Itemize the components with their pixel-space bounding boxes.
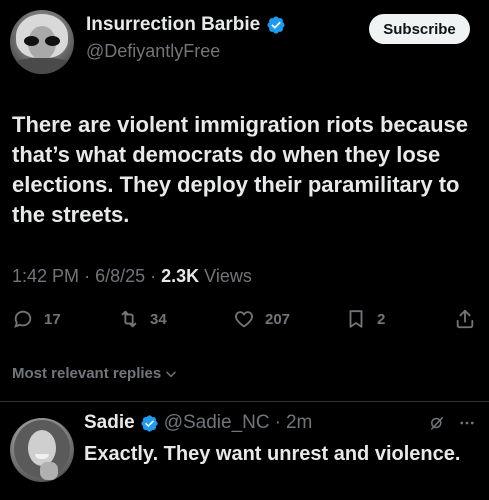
sort-label: Most relevant replies (12, 365, 162, 382)
bookmark-count: 2 (377, 310, 386, 328)
reply-tools (428, 414, 476, 432)
tweet-action-bar: 17 34 207 2 (0, 308, 489, 336)
like-button[interactable]: 207 (233, 308, 290, 330)
author-name-row[interactable]: Insurrection Barbie (86, 14, 286, 36)
reply-sort-dropdown[interactable]: Most relevant replies (12, 365, 178, 382)
reply-icon (14, 310, 32, 328)
views-label: Views (204, 266, 252, 286)
bookmark-button[interactable]: 2 (345, 308, 385, 330)
tweet-text: There are violent immigration riots beca… (12, 112, 469, 227)
reply-author-handle[interactable]: @Sadie_NC (164, 412, 270, 434)
grok-icon[interactable] (428, 414, 446, 432)
like-count: 207 (265, 310, 291, 328)
author-name[interactable]: Insurrection Barbie (86, 14, 260, 36)
reply-header: Sadie @Sadie_NC · 2m (84, 412, 313, 434)
views-count: 2.3K (161, 266, 200, 286)
author-handle[interactable]: @DefiyantlyFree (86, 41, 220, 62)
share-button[interactable] (454, 308, 476, 330)
tweet-meta: 1:42 PM · 6/8/25 · 2.3K Views (12, 266, 252, 286)
like-icon (235, 311, 253, 328)
reply-avatar[interactable] (10, 418, 74, 482)
repost-count: 34 (150, 310, 167, 328)
divider (0, 401, 489, 402)
reply-author-name[interactable]: Sadie (84, 412, 135, 434)
tweet-date[interactable]: 6/8/25 (95, 266, 145, 286)
repost-icon (121, 310, 137, 328)
subscribe-button[interactable]: Subscribe (369, 14, 470, 44)
verified-badge-icon (267, 16, 285, 34)
reply-count: 17 (44, 310, 61, 328)
reply-text: Exactly. They want unrest and violence. (84, 443, 461, 465)
more-icon[interactable] (458, 414, 476, 432)
author-avatar[interactable] (10, 10, 74, 74)
share-icon (456, 309, 474, 329)
tweet-time[interactable]: 1:42 PM (12, 266, 79, 286)
reply-button[interactable]: 17 (12, 308, 61, 330)
verified-badge-icon (141, 414, 158, 432)
reply-time[interactable]: 2m (286, 412, 312, 434)
bookmark-icon (349, 310, 363, 328)
repost-button[interactable]: 34 (118, 308, 167, 330)
chevron-down-icon (166, 371, 177, 377)
